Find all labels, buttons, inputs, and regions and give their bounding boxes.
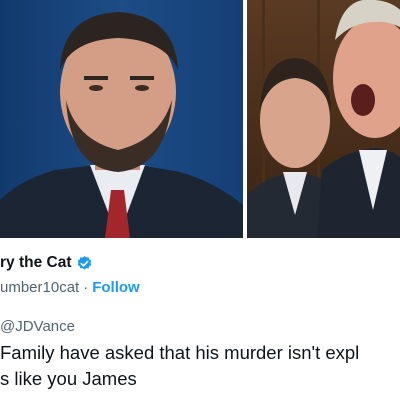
reply-to-mention[interactable]: @JDVance	[0, 318, 75, 335]
author-row: ry the Cat	[0, 254, 93, 272]
tweet-body-line: Family have asked that his murder isn't …	[0, 342, 360, 363]
follow-button[interactable]: Follow	[92, 279, 140, 296]
right-photo	[247, 0, 400, 238]
handle-row: umber10cat · Follow	[0, 279, 140, 296]
verified-badge-icon	[76, 255, 93, 272]
tweet-card: ry the Cat umber10cat · Follow @JDVance Fa…	[0, 238, 400, 400]
tweet-body-line: s like you James	[0, 368, 137, 389]
author-display-name[interactable]: ry the Cat	[0, 254, 72, 272]
separator-dot: ·	[83, 279, 89, 296]
left-photo	[0, 0, 243, 238]
tweet-body: Family have asked that his murder isn't …	[0, 340, 400, 392]
author-handle[interactable]: umber10cat	[0, 279, 79, 296]
